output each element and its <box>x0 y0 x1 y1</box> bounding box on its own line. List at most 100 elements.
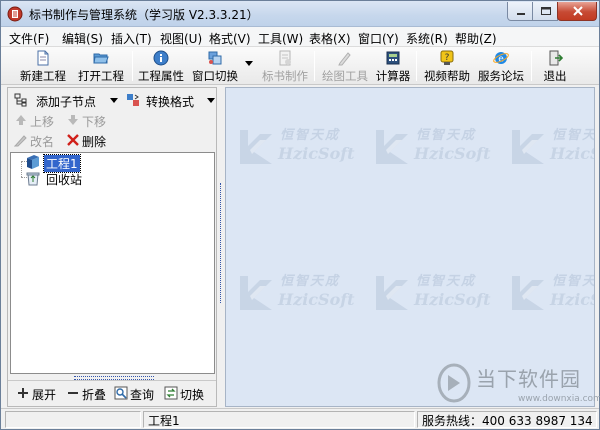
tree-toolbar-row-1: 添加子节点 转换格式 <box>8 90 216 110</box>
menu-format[interactable]: 格式(V) <box>209 30 251 47</box>
app-logo-icon <box>7 6 23 22</box>
rename-pencil-icon <box>14 135 27 147</box>
brand-watermark-en: HzicSoft <box>414 290 491 309</box>
search-icon <box>114 386 128 400</box>
query-label: 查询 <box>130 388 155 402</box>
service-forum-button[interactable]: e 服务论坛 <box>475 49 527 83</box>
brand-watermark: 恒智天成 HzicSoft <box>238 264 358 324</box>
brand-watermark: 恒智天成 HzicSoft <box>374 118 494 178</box>
switch-label: 切换 <box>180 388 205 402</box>
toolbar-separator <box>531 51 532 81</box>
site-watermark-name: 当下软件园 <box>476 367 581 391</box>
bid-document-icon <box>279 50 291 66</box>
browser-icon: e <box>493 52 509 65</box>
brand-logo-icon <box>512 130 544 164</box>
new-project-button[interactable]: 新建工程 <box>15 49 71 83</box>
brand-watermark: 恒智天成 HzicSoft <box>374 264 494 324</box>
add-child-dropdown-icon[interactable] <box>110 98 118 103</box>
brand-watermark: 恒智天成 HzicSoft <box>238 118 358 178</box>
project-tree-panel: 添加子节点 转换格式 上移 下移 改名 删除 工程1 回收站 展开 折叠 查询 … <box>7 87 217 407</box>
status-current-project: 工程1 <box>143 411 415 428</box>
toolbar-separator <box>416 51 417 81</box>
bid-make-button[interactable]: 标书制作 <box>259 49 311 83</box>
window-switch-button[interactable]: 窗口切换 <box>189 49 241 83</box>
splitter-grip <box>220 183 222 303</box>
convert-format-label: 转换格式 <box>146 95 195 109</box>
add-child-node-label: 添加子节点 <box>36 95 97 109</box>
convert-icon <box>127 94 139 106</box>
minus-icon <box>68 392 78 394</box>
site-watermark: 当下软件园 www.downxia.com <box>436 363 600 407</box>
exit-button[interactable]: 退出 <box>535 49 575 83</box>
new-document-icon <box>37 50 49 66</box>
brand-watermark-en: HzicSoft <box>414 144 491 163</box>
window-switch-dropdown-icon[interactable] <box>245 61 253 66</box>
draw-tool-label: 绘图工具 <box>322 69 368 83</box>
brand-logo-icon <box>376 130 408 164</box>
brand-watermark-en: HzicSoft <box>550 290 594 309</box>
brand-watermark: 恒智天成 HzicSoft <box>510 118 594 178</box>
project-tree: 工程1 回收站 <box>10 152 215 374</box>
tree-node-label: 回收站 <box>46 173 83 187</box>
minimize-button[interactable] <box>507 2 533 21</box>
delete-label: 删除 <box>82 135 107 149</box>
toolbar-separator <box>314 51 315 81</box>
calculator-button[interactable]: 计算器 <box>373 49 413 83</box>
brand-logo-icon <box>376 276 408 310</box>
window-title: 标书制作与管理系统（学习版 V2.3.3.21） <box>29 8 259 22</box>
brand-watermark-en: HzicSoft <box>278 290 355 309</box>
site-watermark-url: www.downxia.com <box>518 394 600 404</box>
project-book-icon <box>27 155 39 169</box>
draw-tool-button[interactable]: 绘图工具 <box>319 49 371 83</box>
workspace-area: 恒智天成 HzicSoft 恒智天成 HzicSoft 恒智天成 HzicSof… <box>225 87 595 407</box>
add-node-icon <box>14 93 27 107</box>
rename-label: 改名 <box>30 135 55 149</box>
open-folder-icon <box>93 53 109 64</box>
menu-bar: 文件(F) 编辑(S) 插入(T) 视图(U) 格式(V) 工具(W) 表格(X… <box>1 27 599 47</box>
collapse-label: 折叠 <box>82 388 107 402</box>
convert-format-dropdown-icon[interactable] <box>207 98 215 103</box>
brand-watermark-cn: 恒智天成 <box>416 128 477 143</box>
menu-view[interactable]: 视图(U) <box>160 30 202 47</box>
status-hotline: 服务热线：400 633 8987 134 <box>417 411 597 428</box>
video-help-button[interactable]: ? 视频帮助 <box>421 49 473 83</box>
expand-label: 展开 <box>32 388 57 402</box>
video-help-label: 视频帮助 <box>424 69 470 83</box>
tree-node-label: 工程1 <box>43 154 81 173</box>
help-video-icon: ? <box>440 50 454 65</box>
calculator-label: 计算器 <box>375 69 411 83</box>
brand-watermark-cn: 恒智天成 <box>552 128 594 143</box>
move-up-label: 上移 <box>30 115 55 129</box>
tree-toolbar-row-2: 上移 下移 <box>8 110 216 130</box>
arrow-down-icon <box>68 115 78 125</box>
menu-system[interactable]: 系统(R) <box>406 30 448 47</box>
project-props-button[interactable]: 工程属性 <box>135 49 187 83</box>
menu-help[interactable]: 帮助(Z) <box>455 30 497 47</box>
status-cell-empty <box>5 411 141 428</box>
menu-file[interactable]: 文件(F) <box>9 30 49 47</box>
brand-logo-icon <box>240 276 272 310</box>
brand-watermark-cn: 恒智天成 <box>552 274 594 289</box>
tree-connector <box>21 161 22 177</box>
close-button[interactable] <box>557 2 597 21</box>
menu-window[interactable]: 窗口(Y) <box>358 30 399 47</box>
maximize-button[interactable] <box>532 2 558 21</box>
plus-icon <box>18 388 28 398</box>
minimize-icon <box>517 13 525 15</box>
title-bar: 标书制作与管理系统（学习版 V2.3.3.21） <box>1 1 599 27</box>
exit-door-icon <box>549 50 563 66</box>
brand-watermark-en: HzicSoft <box>550 144 594 163</box>
vertical-splitter[interactable] <box>218 87 224 407</box>
open-project-label: 打开工程 <box>78 69 124 83</box>
brand-watermark-cn: 恒智天成 <box>280 128 341 143</box>
pencil-icon <box>338 52 351 66</box>
service-forum-label: 服务论坛 <box>478 69 524 83</box>
menu-edit[interactable]: 编辑(S) <box>62 30 103 47</box>
menu-tools[interactable]: 工具(W) <box>258 30 303 47</box>
menu-table[interactable]: 表格(X) <box>309 30 351 47</box>
arrow-up-icon <box>16 115 26 125</box>
tree-bottom-toolbar: 展开 折叠 查询 切换 <box>8 380 216 406</box>
menu-insert[interactable]: 插入(T) <box>111 30 152 47</box>
open-project-button[interactable]: 打开工程 <box>73 49 129 83</box>
recycle-bin-icon <box>26 172 40 186</box>
